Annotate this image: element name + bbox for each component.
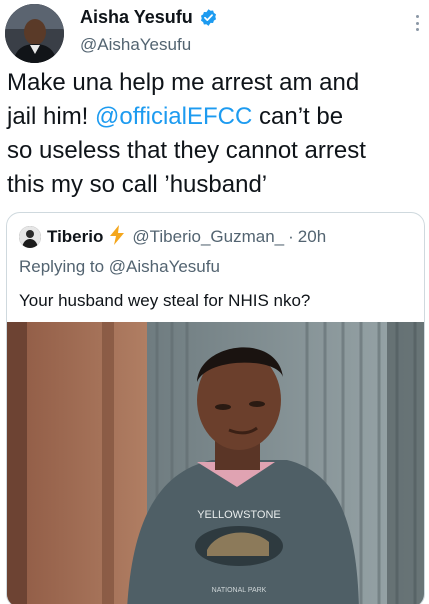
- quoted-tweet-image[interactable]: YELLOWSTONE NATIONAL PARK: [7, 322, 424, 604]
- lightning-bolt-icon: [108, 224, 126, 250]
- quoted-tweet-text: Your husband wey steal for NHIS nko?: [19, 291, 311, 310]
- shirt-text-bottom: NATIONAL PARK: [212, 587, 267, 594]
- quoted-tweet-header: Tiberio @Tiberio_Guzman_ · 20h: [19, 224, 326, 250]
- tweet-text: Make una help me arrest am and jail him!…: [7, 66, 425, 202]
- author-name[interactable]: Aisha Yesufu: [80, 6, 218, 28]
- author-avatar[interactable]: [5, 4, 64, 63]
- tweet-text-line: jail him! @officialEFCC can’t be: [7, 103, 344, 130]
- author-handle[interactable]: @AishaYesufu: [80, 34, 191, 56]
- tweet-text-line: so useless that they cannot arrest: [7, 137, 366, 164]
- quoted-tweet-card[interactable]: Tiberio @Tiberio_Guzman_ · 20h Replying …: [6, 212, 425, 604]
- more-options-icon[interactable]: [412, 12, 422, 34]
- tweet-text-line: this my so call ’husband’: [7, 171, 268, 198]
- quoted-author-name[interactable]: Tiberio: [47, 227, 103, 247]
- tweet: Aisha Yesufu @AishaYesufu Make una help …: [0, 0, 429, 604]
- quoted-author-handle[interactable]: @Tiberio_Guzman_: [132, 227, 284, 247]
- author-name-text[interactable]: Aisha Yesufu: [80, 6, 193, 28]
- replying-to: Replying to @AishaYesufu: [19, 257, 220, 277]
- quoted-author-avatar[interactable]: [19, 226, 41, 248]
- replying-to-label: Replying to: [19, 257, 105, 276]
- quoted-timestamp[interactable]: 20h: [298, 227, 326, 247]
- mention-link[interactable]: @officialEFCC: [95, 103, 252, 130]
- separator-dot: ·: [288, 227, 294, 246]
- tweet-text-line: Make una help me arrest am and: [7, 69, 360, 96]
- verified-badge-icon: [199, 8, 218, 27]
- replying-to-mention[interactable]: @AishaYesufu: [109, 257, 220, 276]
- shirt-text-top: YELLOWSTONE: [197, 509, 281, 521]
